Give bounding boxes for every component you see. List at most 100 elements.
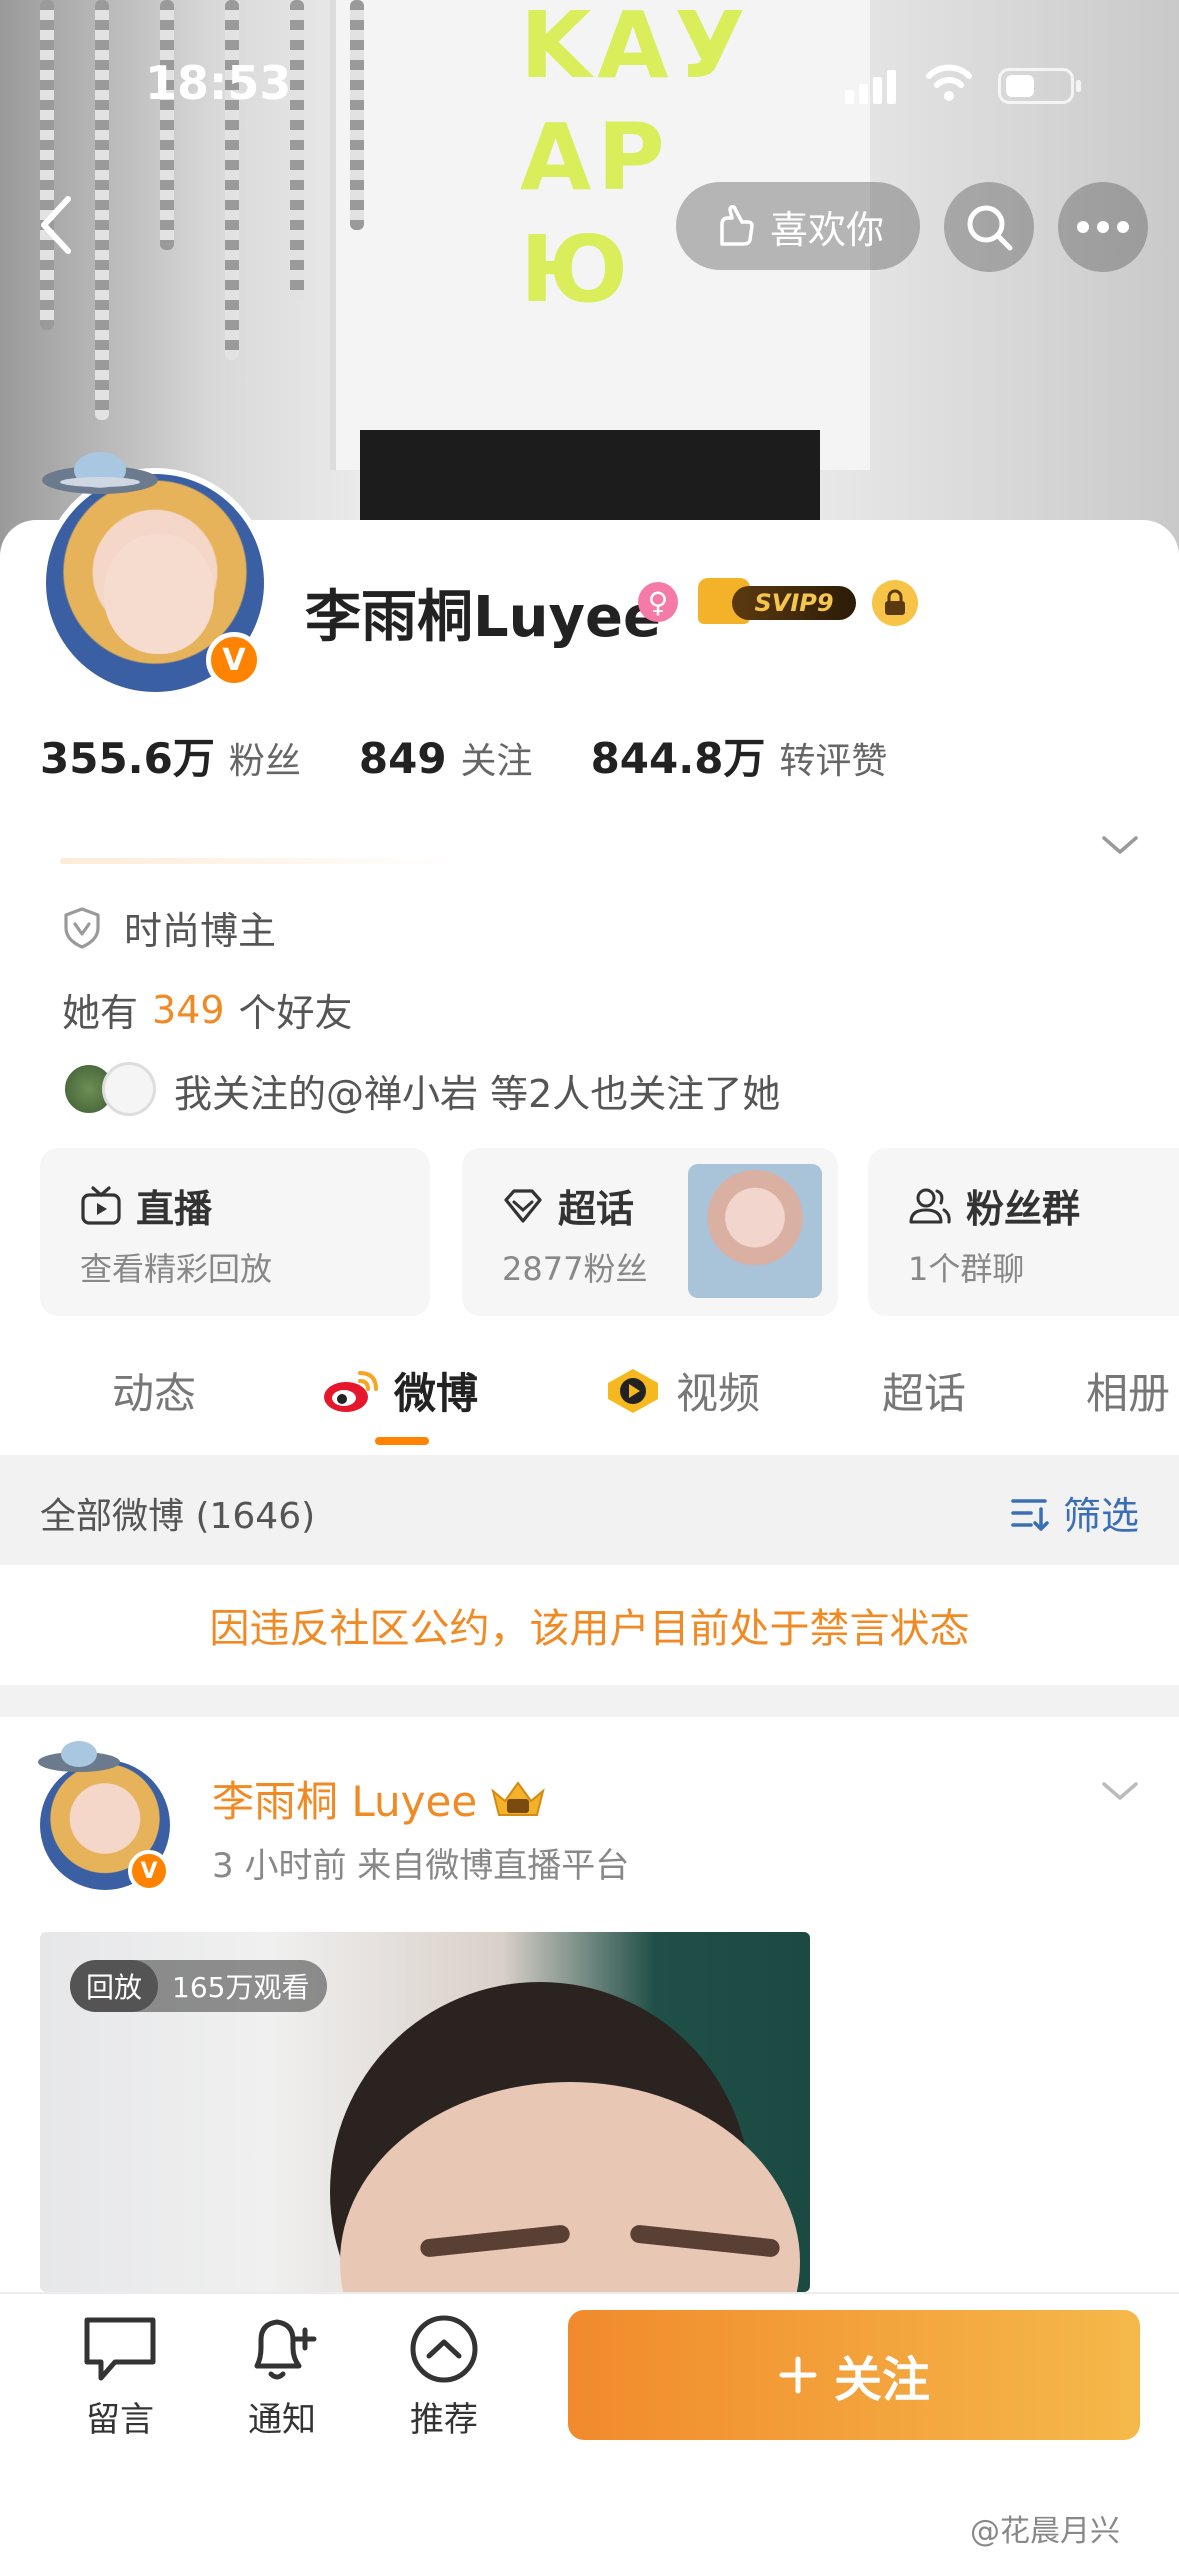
message-button[interactable]: 留言 [60,2314,180,2441]
chevron-up-circle-icon [410,2315,478,2383]
profile-name: 李雨桐Luyee [305,585,662,650]
female-icon: ♀ [638,582,678,622]
tab-video-label: 视频 [676,1369,761,1418]
diamond-icon [504,1188,542,1223]
feed-header: 全部微博 (1646) 筛选 [0,1455,1179,1565]
fan-group-tile[interactable]: 粉丝群 1个群聊 [868,1148,1179,1316]
live-tile-title: 直播 [136,1187,213,1231]
group-icon [909,1188,951,1223]
post-verified-badge-icon: V [128,1850,170,1892]
mutual-avatars [62,1062,162,1118]
friends-suffix: 个好友 [238,991,353,1035]
live-replay-video[interactable]: 回放 165万观看 [40,1932,810,2292]
ufo-pendant-icon [38,1741,120,1772]
filter-icon [1011,1498,1049,1531]
tab-album[interactable]: 相册 [1086,1360,1170,1421]
more-icon [1077,221,1129,233]
all-posts-count: 全部微博 (1646) [40,1496,316,1537]
profile-stats: 355.6万 粉丝 849 关注 844.8万 转评赞 [40,725,945,786]
like-you-label: 喜欢你 [769,207,884,252]
tab-album-label: 相册 [1086,1369,1171,1418]
tab-video[interactable]: 视频 [604,1360,760,1421]
follow-button[interactable]: 关注 [568,2310,1140,2440]
post-author-name[interactable]: 李雨桐 Luyee [212,1768,477,1829]
active-tab-indicator [375,1437,429,1445]
ufo-pendant-icon [42,452,158,494]
watermark: @花晨月兴 [970,2514,1120,2549]
fans-label[interactable]: 粉丝 [229,732,301,784]
faded-bio-line [60,858,460,864]
recommend-button[interactable]: 推荐 [384,2314,504,2441]
plus-icon [779,2356,817,2394]
like-you-button[interactable]: 喜欢你 [676,182,920,270]
tab-supertopic[interactable]: 超话 [882,1360,966,1421]
heart-hand-icon [720,205,754,246]
lock-icon [885,589,905,615]
crown-icon [491,1780,545,1816]
chevron-down-icon[interactable] [1098,1776,1142,1806]
tab-weibo[interactable]: 微博 [322,1360,478,1421]
svip-badge[interactable]: SVIP9 [698,578,858,624]
status-bar: 18:53 [0,0,1179,130]
fan-group-tile-title: 粉丝群 [966,1187,1081,1231]
profile-tabs: 动态 微博 视频 超话 相册 [0,1340,1179,1450]
fan-group-tile-subtitle: 1个群聊 [908,1250,1025,1288]
message-icon [84,2317,156,2381]
post-meta: 3 小时前 来自微博直播平台 [212,1846,630,1886]
lock-badge-icon[interactable] [872,580,918,626]
fans-count[interactable]: 355.6万 [40,725,215,786]
tab-feed-label: 动态 [112,1369,197,1418]
status-time: 18:53 [145,56,292,110]
search-icon [967,205,1013,251]
post-author[interactable]: 李雨桐 Luyee [212,1768,547,1829]
replay-badge: 回放 165万观看 [70,1960,328,2012]
reposts-count: 844.8万 [590,734,766,783]
friends-row[interactable]: 她有 349 个好友 [62,982,353,1037]
notify-label: 通知 [248,2400,316,2440]
view-count: 165万观看 [172,1971,310,2004]
mutual-avatar-2 [102,1062,156,1116]
svip-label: SVIP9 [732,586,856,620]
tab-weibo-label: 微博 [394,1369,479,1418]
shield-icon [64,906,100,949]
tab-supertopic-label: 超话 [882,1369,967,1418]
following-label[interactable]: 关注 [461,732,533,784]
wifi-icon [926,64,972,101]
supertopic-tile-title: 超话 [558,1187,635,1231]
supertopic-thumbnail [688,1164,822,1298]
chevron-down-icon[interactable] [1098,830,1142,860]
tab-feed[interactable]: 动态 [112,1360,196,1421]
replay-label: 回放 [70,1960,159,2012]
mutual-text: 我关注的@禅小岩 等2人也关注了她 [174,1071,781,1116]
follow-label: 关注 [833,2352,930,2408]
filter-label: 筛选 [1062,1494,1139,1538]
notify-button[interactable]: 通知 [222,2314,342,2441]
search-button[interactable] [944,182,1034,272]
back-button[interactable] [20,190,90,260]
friends-count[interactable]: 349 [152,988,225,1032]
feature-tiles: 直播 查看精彩回放 超话 2877粉丝 粉丝群 1个群聊 [40,1148,1179,1316]
filter-button[interactable]: 筛选 [1009,1485,1139,1540]
tv-icon [81,1185,121,1225]
live-tile[interactable]: 直播 查看精彩回放 [40,1148,430,1316]
chevron-left-icon [41,196,71,254]
mutual-follow-row[interactable]: 我关注的@禅小岩 等2人也关注了她 [62,1062,780,1118]
friends-prefix: 她有 [62,991,139,1035]
following-count[interactable]: 849 [359,734,447,783]
video-play-icon [608,1368,658,1413]
supertopic-tile[interactable]: 超话 2877粉丝 [462,1148,838,1316]
supertopic-tile-subtitle: 2877粉丝 [502,1250,648,1288]
more-button[interactable] [1058,182,1148,272]
profile-page: KAУ AP Ю 18:53 喜欢你 V 李雨桐Luyee ♀ SVIP9 35… [0,0,1179,2556]
recommend-label: 推荐 [410,2400,478,2440]
signal-icon [845,70,896,104]
weibo-logo-icon [324,1370,378,1412]
reposts-label: 转评赞 [779,741,888,782]
profile-tag: 时尚博主 [124,909,277,953]
message-label: 留言 [86,2400,154,2440]
muted-notice: 因违反社区公约，该用户目前处于禁言状态 [209,1606,970,1652]
section-divider [0,1685,1179,1717]
tag-row: 时尚博主 [62,900,276,955]
battery-icon [998,68,1081,104]
bell-plus-icon [254,2319,317,2380]
